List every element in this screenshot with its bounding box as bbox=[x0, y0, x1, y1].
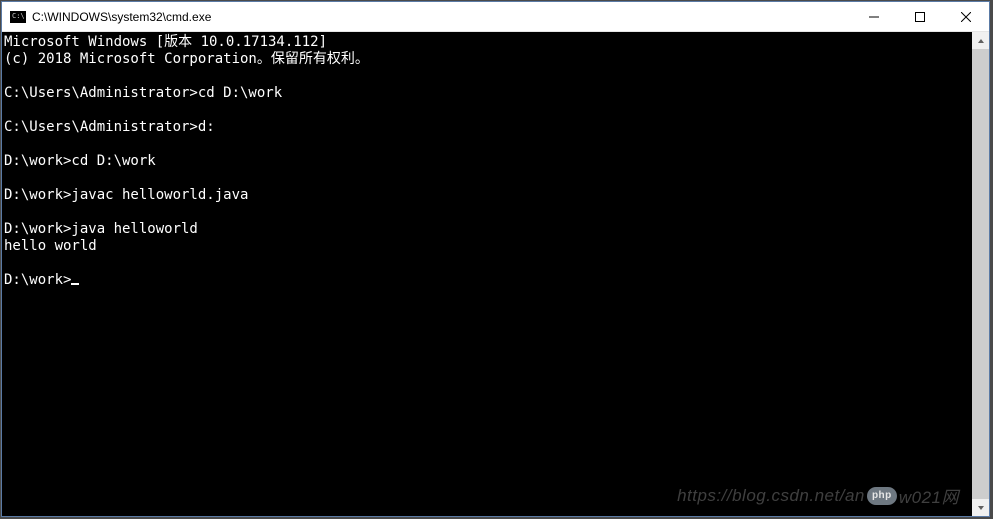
window-controls bbox=[851, 2, 989, 31]
terminal-output[interactable]: Microsoft Windows [版本 10.0.17134.112] (c… bbox=[2, 32, 972, 516]
cmd-window: C:\ C:\WINDOWS\system32\cmd.exe Microsof… bbox=[1, 1, 990, 517]
scroll-up-button[interactable] bbox=[972, 32, 989, 49]
terminal-area: Microsoft Windows [版本 10.0.17134.112] (c… bbox=[2, 32, 989, 516]
scrollbar-track[interactable] bbox=[972, 49, 989, 499]
scroll-down-button[interactable] bbox=[972, 499, 989, 516]
maximize-button[interactable] bbox=[897, 2, 943, 31]
vertical-scrollbar[interactable] bbox=[972, 32, 989, 516]
cursor bbox=[71, 283, 79, 285]
close-button[interactable] bbox=[943, 2, 989, 31]
cmd-icon: C:\ bbox=[10, 11, 26, 23]
scrollbar-thumb[interactable] bbox=[972, 49, 989, 499]
minimize-button[interactable] bbox=[851, 2, 897, 31]
titlebar[interactable]: C:\ C:\WINDOWS\system32\cmd.exe bbox=[2, 2, 989, 32]
window-title: C:\WINDOWS\system32\cmd.exe bbox=[32, 10, 851, 24]
